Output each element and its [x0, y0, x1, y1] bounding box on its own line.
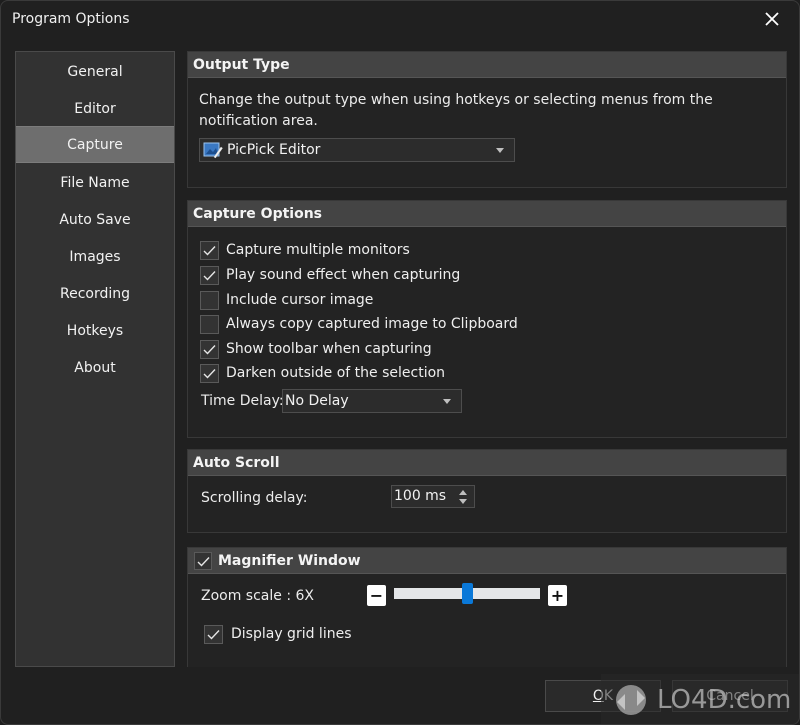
- picpick-editor-icon: [203, 142, 223, 159]
- sidebar-item-label: Hotkeys: [66, 322, 124, 339]
- sidebar-item-auto-save[interactable]: Auto Save: [16, 201, 174, 238]
- window-title: Program Options: [12, 11, 130, 27]
- time-delay-selected: No Delay: [285, 393, 349, 409]
- time-delay-label: Time Delay:: [201, 393, 284, 409]
- watermark: LO4D.com: [601, 674, 799, 724]
- sidebar-item-hotkeys[interactable]: Hotkeys: [16, 312, 174, 349]
- sidebar-item-capture[interactable]: Capture: [16, 126, 174, 163]
- checkbox-box[interactable]: [200, 265, 219, 285]
- close-icon: [765, 12, 779, 26]
- time-delay-dropdown[interactable]: No Delay: [282, 389, 462, 413]
- checkbox-box[interactable]: [200, 363, 219, 383]
- sidebar-item-label: Images: [69, 248, 121, 265]
- output-type-title: Output Type: [193, 57, 290, 73]
- sidebar-item-recording[interactable]: Recording: [16, 275, 174, 312]
- checkmark-icon: [203, 368, 216, 379]
- checkbox-label: Play sound effect when capturing: [226, 267, 461, 283]
- zoom-in-button[interactable]: +: [548, 585, 567, 606]
- sidebar-item-general[interactable]: General: [16, 53, 174, 90]
- scrolling-delay-value[interactable]: 100 ms: [394, 488, 446, 504]
- sidebar-item-label: Editor: [74, 100, 116, 117]
- watermark-text: LO4D.com: [657, 685, 792, 715]
- sidebar-item-about[interactable]: About: [16, 349, 174, 386]
- close-button[interactable]: [757, 5, 787, 33]
- options-sidebar: General Editor Capture File Name Auto Sa…: [15, 51, 175, 667]
- sidebar-item-label: About: [74, 359, 116, 376]
- sidebar-item-label: Recording: [59, 285, 131, 302]
- checkbox-label: Show toolbar when capturing: [226, 341, 432, 357]
- checkbox-label: Display grid lines: [231, 626, 352, 642]
- sidebar-item-images[interactable]: Images: [16, 238, 174, 275]
- sidebar-item-editor[interactable]: Editor: [16, 90, 174, 127]
- title-bar: Program Options: [1, 1, 799, 41]
- checkbox-box[interactable]: [200, 240, 219, 260]
- copy-to-clipboard-checkbox[interactable]: Always copy captured image to Clipboard: [200, 313, 518, 335]
- output-type-header: Output Type: [188, 52, 786, 78]
- sidebar-item-label: Auto Save: [59, 211, 131, 228]
- scrolling-delay-label: Scrolling delay:: [201, 490, 308, 506]
- magnifier-enable-checkbox[interactable]: [194, 552, 212, 570]
- auto-scroll-title: Auto Scroll: [193, 455, 280, 471]
- magnifier-window-header: Magnifier Window: [188, 548, 786, 574]
- capture-multiple-monitors-checkbox[interactable]: Capture multiple monitors: [200, 239, 410, 261]
- capture-options-group: Capture Options Capture multiple monitor…: [187, 200, 787, 438]
- zoom-out-button[interactable]: −: [367, 585, 386, 606]
- output-type-selected: PicPick Editor: [227, 142, 321, 158]
- output-type-dropdown[interactable]: PicPick Editor: [199, 138, 515, 162]
- output-type-description: Change the output type when using hotkey…: [199, 92, 713, 129]
- sidebar-item-file-name[interactable]: File Name: [16, 164, 174, 201]
- capture-options-header: Capture Options: [188, 201, 786, 227]
- play-sound-checkbox[interactable]: Play sound effect when capturing: [200, 264, 460, 286]
- checkbox-label: Always copy captured image to Clipboard: [226, 316, 518, 332]
- zoom-scale-label: Zoom scale : 6X: [201, 588, 314, 604]
- spin-up-icon[interactable]: [459, 490, 467, 495]
- magnifier-window-group: Magnifier Window Zoom scale : 6X − + Dis…: [187, 547, 787, 667]
- include-cursor-checkbox[interactable]: Include cursor image: [200, 289, 373, 311]
- spin-down-icon[interactable]: [459, 499, 467, 504]
- minus-icon: −: [369, 586, 384, 605]
- sidebar-item-label: General: [67, 63, 123, 80]
- capture-options-title: Capture Options: [193, 206, 323, 222]
- options-content: Output Type Change the output type when …: [187, 51, 787, 667]
- program-options-dialog: Program Options General Editor Capture F…: [0, 0, 800, 725]
- checkmark-icon: [203, 344, 216, 355]
- checkbox-label: Capture multiple monitors: [226, 242, 410, 258]
- darken-outside-checkbox[interactable]: Darken outside of the selection: [200, 362, 445, 384]
- checkbox-label: Include cursor image: [226, 292, 374, 308]
- chevron-down-icon: [443, 399, 451, 404]
- zoom-scale-slider[interactable]: [394, 583, 540, 604]
- show-toolbar-checkbox[interactable]: Show toolbar when capturing: [200, 338, 432, 360]
- auto-scroll-header: Auto Scroll: [188, 450, 786, 476]
- checkbox-label: Darken outside of the selection: [226, 365, 446, 381]
- checkmark-icon: [197, 556, 210, 567]
- magnifier-window-title: Magnifier Window: [218, 553, 361, 569]
- checkmark-icon: [203, 270, 216, 281]
- checkmark-icon: [203, 245, 216, 256]
- checkmark-icon: [207, 629, 220, 640]
- lo4d-logo-icon: [616, 685, 646, 715]
- sidebar-item-label: File Name: [60, 174, 130, 191]
- auto-scroll-group: Auto Scroll Scrolling delay: 100 ms: [187, 449, 787, 533]
- slider-thumb[interactable]: [462, 583, 473, 604]
- checkbox-box[interactable]: [204, 624, 223, 644]
- display-grid-lines-checkbox[interactable]: Display grid lines: [204, 623, 351, 645]
- sidebar-item-label: Capture: [67, 136, 123, 153]
- checkbox-box[interactable]: [200, 339, 219, 359]
- plus-icon: +: [550, 586, 565, 605]
- scrolling-delay-spinner[interactable]: 100 ms: [391, 485, 475, 508]
- checkbox-box[interactable]: [200, 290, 219, 310]
- output-type-group: Output Type Change the output type when …: [187, 51, 787, 188]
- checkbox-box[interactable]: [200, 314, 219, 334]
- chevron-down-icon: [496, 148, 504, 153]
